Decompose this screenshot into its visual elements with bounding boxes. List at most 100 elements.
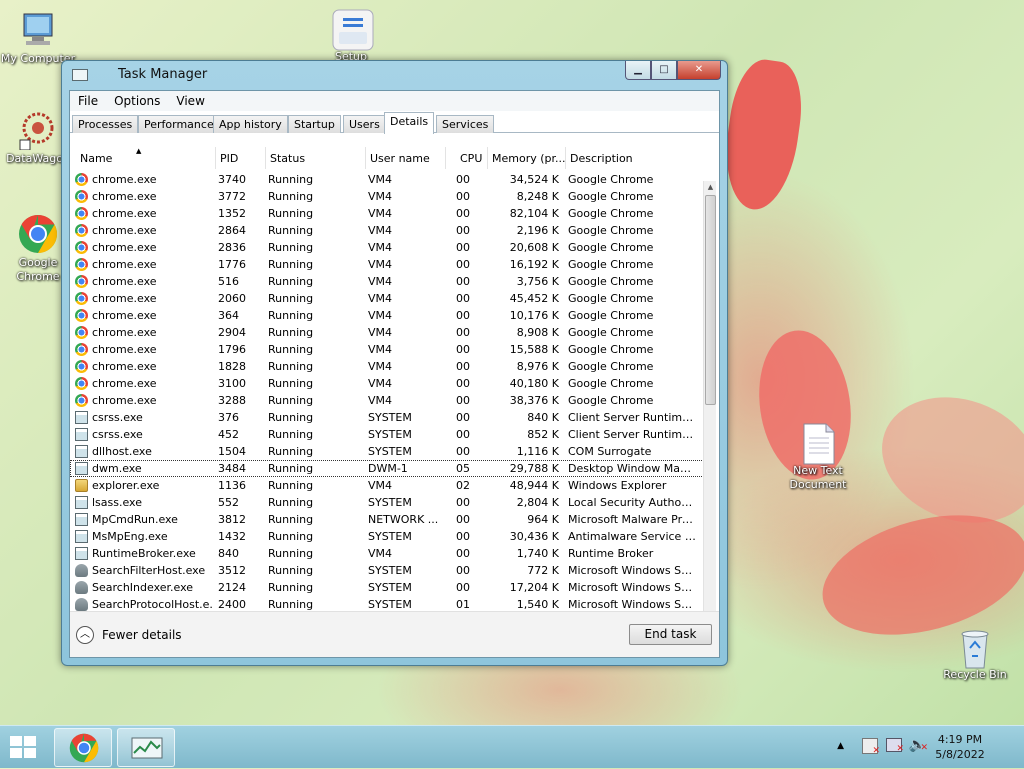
title-bar[interactable]: Task Manager ▁ □ ✕ bbox=[62, 61, 727, 89]
action-center-icon[interactable]: ✕ bbox=[862, 738, 880, 756]
process-status: Running bbox=[268, 513, 314, 526]
process-cpu: 00 bbox=[456, 564, 470, 577]
table-row[interactable]: chrome.exe 364 Running VM4 00 10,176 K Google … bbox=[70, 307, 704, 324]
wallpaper-petal bbox=[717, 55, 809, 215]
process-description: Google Chrome bbox=[568, 292, 654, 305]
footer-bar: ︿ Fewer details End task bbox=[70, 611, 719, 657]
clock[interactable]: 4:19 PM 5/8/2022 bbox=[930, 732, 990, 762]
process-pid: 552 bbox=[218, 496, 239, 509]
column-header-memory[interactable]: Memory (pr... bbox=[488, 147, 566, 169]
table-row[interactable]: chrome.exe 1796 Running VM4 00 15,588 K Google… bbox=[70, 341, 704, 358]
process-user: VM4 bbox=[368, 190, 393, 203]
table-row[interactable]: chrome.exe 516 Running VM4 00 3,756 K Google C… bbox=[70, 273, 704, 290]
table-row[interactable]: chrome.exe 2060 Running VM4 00 45,452 K Google… bbox=[70, 290, 704, 307]
menu-file[interactable]: File bbox=[78, 94, 98, 108]
tab-services[interactable]: Services bbox=[436, 115, 495, 133]
start-button[interactable] bbox=[10, 736, 38, 758]
table-row[interactable]: dllhost.exe 1504 Running SYSTEM 00 1,116 K COM… bbox=[70, 443, 704, 460]
table-row[interactable]: chrome.exe 1352 Running VM4 00 82,104 K Google… bbox=[70, 205, 704, 222]
menu-options[interactable]: Options bbox=[114, 94, 160, 108]
process-description: Google Chrome bbox=[568, 224, 654, 237]
desktop-icon-recycle-bin[interactable]: Recycle Bin bbox=[937, 626, 1013, 682]
taskbar-chrome[interactable] bbox=[54, 728, 112, 767]
table-row[interactable]: SearchIndexer.exe 2124 Running SYSTEM 00 17,2… bbox=[70, 579, 704, 596]
process-user: VM4 bbox=[368, 292, 393, 305]
process-cpu: 00 bbox=[456, 445, 470, 458]
process-description: Client Server Runtime ... bbox=[568, 411, 696, 424]
process-status: Running bbox=[268, 292, 314, 305]
fewer-details-button[interactable]: ︿ Fewer details bbox=[76, 626, 182, 644]
desktop-icon-my-computer[interactable]: My Computer bbox=[0, 10, 76, 66]
process-user: VM4 bbox=[368, 360, 393, 373]
process-pid: 2904 bbox=[218, 326, 246, 339]
minimize-button[interactable]: ▁ bbox=[625, 61, 651, 80]
tab-processes[interactable]: Processes bbox=[72, 115, 139, 133]
vertical-scrollbar[interactable]: ▲ ▼ bbox=[703, 181, 716, 641]
desktop-icon-new-text-document[interactable]: New Text Document bbox=[780, 422, 856, 492]
table-row[interactable]: chrome.exe 3740 Running VM4 00 34,524 K Google… bbox=[70, 171, 704, 188]
show-hidden-icons-icon[interactable]: ▲ bbox=[837, 741, 844, 751]
setup-icon bbox=[331, 8, 374, 51]
process-cpu: 00 bbox=[456, 360, 470, 373]
maximize-button[interactable]: □ bbox=[651, 61, 677, 80]
table-row[interactable]: RuntimeBroker.exe 840 Running VM4 00 1,740 K R… bbox=[70, 545, 704, 562]
process-pid: 2864 bbox=[218, 224, 246, 237]
table-row[interactable]: chrome.exe 3100 Running VM4 00 40,180 K Google… bbox=[70, 375, 704, 392]
column-header-user-name[interactable]: User name bbox=[366, 147, 446, 169]
tab-performance[interactable]: Performance bbox=[138, 115, 220, 133]
process-name: SearchFilterHost.exe bbox=[74, 562, 214, 579]
process-cpu: 02 bbox=[456, 479, 470, 492]
table-row[interactable]: csrss.exe 376 Running SYSTEM 00 840 K Client S… bbox=[70, 409, 704, 426]
table-row[interactable]: chrome.exe 2904 Running VM4 00 8,908 K Google … bbox=[70, 324, 704, 341]
tab-users[interactable]: Users bbox=[343, 115, 386, 133]
desktop-icon-setup[interactable]: Setup bbox=[313, 8, 389, 64]
end-task-button[interactable]: End task bbox=[629, 624, 712, 645]
process-user: VM4 bbox=[368, 394, 393, 407]
application-icon bbox=[75, 462, 88, 475]
column-header-description[interactable]: Description bbox=[566, 147, 704, 169]
column-header-cpu[interactable]: CPU bbox=[456, 147, 488, 169]
taskbar-task-manager[interactable] bbox=[117, 728, 175, 767]
table-row[interactable]: chrome.exe 2836 Running VM4 00 20,608 K Google… bbox=[70, 239, 704, 256]
table-row[interactable]: chrome.exe 3288 Running VM4 00 38,376 K Google… bbox=[70, 392, 704, 409]
process-description: Google Chrome bbox=[568, 258, 654, 271]
close-button[interactable]: ✕ bbox=[677, 61, 721, 80]
column-header-name[interactable]: Name ▲ bbox=[76, 147, 216, 169]
process-status: Running bbox=[268, 224, 314, 237]
table-row[interactable]: chrome.exe 1776 Running VM4 00 16,192 K Google… bbox=[70, 256, 704, 273]
table-row[interactable]: csrss.exe 452 Running SYSTEM 00 852 K Client S… bbox=[70, 426, 704, 443]
menu-view[interactable]: View bbox=[176, 94, 204, 108]
process-user: VM4 bbox=[368, 173, 393, 186]
tab-app-history[interactable]: App history bbox=[213, 115, 288, 133]
process-name-text: chrome.exe bbox=[92, 343, 157, 356]
column-header-pid[interactable]: PID bbox=[216, 147, 266, 169]
process-pid: 3288 bbox=[218, 394, 246, 407]
column-header-status[interactable]: Status bbox=[266, 147, 366, 169]
scrollbar-thumb[interactable] bbox=[705, 195, 716, 405]
process-description: Google Chrome bbox=[568, 343, 654, 356]
table-row[interactable]: SearchFilterHost.exe 3512 Running SYSTEM 00 7… bbox=[70, 562, 704, 579]
process-status: Running bbox=[268, 445, 314, 458]
table-row[interactable]: chrome.exe 3772 Running VM4 00 8,248 K Google … bbox=[70, 188, 704, 205]
process-description: Microsoft Malware Pro... bbox=[568, 513, 696, 526]
table-row[interactable]: MsMpEng.exe 1432 Running SYSTEM 00 30,436 K An… bbox=[70, 528, 704, 545]
table-row[interactable]: explorer.exe 1136 Running VM4 02 48,944 K Wind… bbox=[70, 477, 704, 494]
scroll-up-icon[interactable]: ▲ bbox=[704, 181, 717, 194]
process-name: dllhost.exe bbox=[74, 443, 214, 460]
table-row[interactable]: chrome.exe 1828 Running VM4 00 8,976 K Google … bbox=[70, 358, 704, 375]
table-row[interactable]: chrome.exe 2864 Running VM4 00 2,196 K Google … bbox=[70, 222, 704, 239]
tab-details[interactable]: Details bbox=[384, 112, 435, 134]
process-memory: 48,944 K bbox=[509, 479, 559, 492]
process-cpu: 00 bbox=[456, 581, 470, 594]
process-user: SYSTEM bbox=[368, 496, 412, 509]
tab-startup[interactable]: Startup bbox=[288, 115, 341, 133]
volume-muted-icon[interactable]: 🔈 ✕ bbox=[909, 737, 928, 753]
process-name: chrome.exe bbox=[74, 341, 214, 358]
process-cpu: 00 bbox=[456, 173, 470, 186]
application-icon bbox=[75, 445, 88, 458]
network-icon[interactable]: ✕ bbox=[886, 738, 904, 754]
table-row[interactable]: lsass.exe 552 Running SYSTEM 00 2,804 K Local … bbox=[70, 494, 704, 511]
process-memory: 45,452 K bbox=[509, 292, 559, 305]
table-row[interactable]: dwm.exe 3484 Running DWM-1 05 29,788 K Desktop… bbox=[70, 460, 704, 477]
table-row[interactable]: MpCmdRun.exe 3812 Running NETWORK ... 00 964 … bbox=[70, 511, 704, 528]
